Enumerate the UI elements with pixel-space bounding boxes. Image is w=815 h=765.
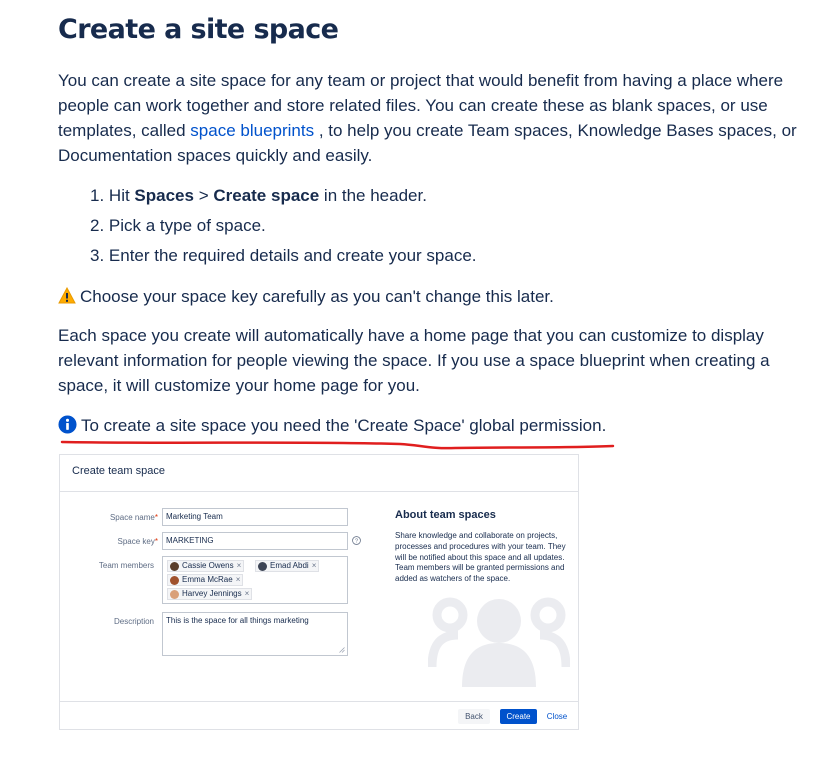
step-3: 3. Enter the required details and create…	[90, 246, 477, 265]
warning-icon	[58, 287, 76, 304]
step-1-number: 1.	[90, 186, 105, 205]
member-chip: Cassie Owens ×	[167, 560, 245, 572]
homepage-paragraph: Each space you create will automatically…	[58, 326, 770, 395]
info-icon	[58, 415, 77, 434]
description-label: Description	[113, 617, 154, 626]
space-key-label-text: Space key	[117, 537, 155, 546]
step-1-pre: Hit	[108, 186, 135, 205]
create-button[interactable]: Create	[500, 709, 537, 724]
info-note: To create a site space you need the 'Cre…	[58, 414, 606, 438]
red-underline-annotation	[60, 440, 615, 450]
remove-icon[interactable]: ×	[312, 561, 317, 570]
about-title: About team spaces	[395, 509, 496, 521]
warning-note: Choose your space key carefully as you c…	[58, 284, 803, 309]
close-button[interactable]: Close	[544, 709, 570, 724]
team-members-label: Team members	[98, 561, 154, 570]
help-icon[interactable]: ?	[352, 536, 361, 545]
space-blueprints-link[interactable]: space blueprints	[190, 121, 314, 140]
avatar	[170, 562, 179, 571]
create-team-space-dialog: Create team space Space name* Marketing …	[59, 454, 579, 730]
avatar	[170, 590, 179, 599]
step-1-separator: >	[193, 186, 214, 205]
member-chip: Emad Abdi ×	[255, 560, 320, 572]
member-name: Emad Abdi	[270, 561, 309, 570]
member-name: Cassie Owens	[182, 561, 234, 570]
description-value: This is the space for all things marketi…	[166, 616, 309, 625]
team-silhouette-icon	[428, 597, 570, 687]
warning-text: Choose your space key carefully as you c…	[80, 287, 554, 306]
space-key-label: Space key*	[117, 537, 158, 546]
space-name-input[interactable]: Marketing Team	[162, 508, 348, 526]
step-1-post: in the header.	[319, 186, 427, 205]
space-name-label: Space name*	[109, 513, 158, 522]
info-note-text: To create a site space you need the 'Cre…	[81, 416, 607, 435]
member-name: Emma McRae	[182, 575, 233, 584]
page-title: Create a site space	[58, 14, 339, 45]
member-chip: Harvey Jennings ×	[167, 588, 253, 600]
intro-paragraph: You can create a site space for any team…	[58, 68, 803, 168]
avatar	[170, 576, 179, 585]
space-key-input[interactable]: MARKETING	[162, 532, 348, 550]
resize-handle-icon[interactable]	[339, 647, 345, 653]
description-textarea[interactable]: This is the space for all things marketi…	[162, 612, 348, 656]
step-1-spaces: Spaces	[134, 186, 194, 205]
about-text: Share knowledge and collaborate on proje…	[395, 531, 566, 584]
remove-icon[interactable]: ×	[236, 575, 241, 584]
member-name: Harvey Jennings	[182, 589, 242, 598]
space-name-label-text: Space name	[109, 513, 155, 522]
step-2: 2. Pick a type of space.	[90, 216, 266, 235]
step-1: 1. Hit Spaces > Create space in the head…	[90, 184, 477, 214]
avatar	[258, 562, 267, 571]
member-chip: Emma McRae ×	[167, 574, 244, 586]
remove-icon[interactable]: ×	[245, 589, 250, 598]
remove-icon[interactable]: ×	[237, 561, 242, 570]
back-button[interactable]: Back	[458, 709, 490, 724]
steps-list: 1. Hit Spaces > Create space in the head…	[90, 184, 477, 274]
step-1-create-space: Create space	[213, 186, 320, 205]
dialog-title: Create team space	[72, 465, 165, 477]
